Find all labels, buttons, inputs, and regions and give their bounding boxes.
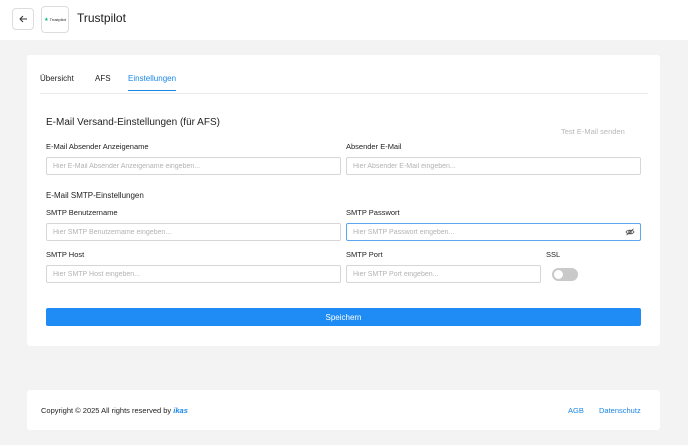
privacy-link[interactable]: Datenschutz xyxy=(599,406,641,415)
tab-overview[interactable]: Übersicht xyxy=(40,74,74,90)
page-title: Trustpilot xyxy=(77,11,126,25)
tab-bar: Übersicht AFS Einstellungen xyxy=(40,55,648,94)
logo-text: Trustpilot xyxy=(49,17,66,22)
settings-card: Übersicht AFS Einstellungen E-Mail Versa… xyxy=(27,55,660,346)
smtp-username-label: SMTP Benutzername xyxy=(46,208,118,217)
smtp-password-input[interactable] xyxy=(346,223,641,241)
smtp-username-input[interactable] xyxy=(46,223,341,241)
smtp-settings-title: E-Mail SMTP-Einstellungen xyxy=(46,191,144,200)
sender-name-input[interactable] xyxy=(46,157,341,175)
test-email-button[interactable]: Test E-Mail senden xyxy=(561,127,625,136)
copyright-text: Copyright © 2025 All rights reserved by … xyxy=(41,406,188,415)
smtp-host-input[interactable] xyxy=(46,265,341,283)
copyright-prefix: Copyright © 2025 All rights reserved by xyxy=(41,406,172,415)
star-icon: ★ xyxy=(44,16,49,23)
page-footer: Copyright © 2025 All rights reserved by … xyxy=(27,390,660,430)
sender-email-input[interactable] xyxy=(346,157,641,175)
smtp-port-label: SMTP Port xyxy=(346,250,383,259)
back-button[interactable] xyxy=(12,8,34,30)
sender-name-label: E-Mail Absender Anzeigename xyxy=(46,142,149,151)
app-header: ★ Trustpilot Trustpilot xyxy=(0,0,688,40)
tab-settings[interactable]: Einstellungen xyxy=(128,74,177,91)
sender-email-label: Absender E-Mail xyxy=(346,142,402,151)
eye-off-icon[interactable] xyxy=(625,228,635,236)
toggle-knob xyxy=(554,270,563,279)
agb-link[interactable]: AGB xyxy=(568,406,584,415)
smtp-port-input[interactable] xyxy=(346,265,541,283)
app-logo: ★ Trustpilot xyxy=(41,6,69,33)
ssl-toggle[interactable] xyxy=(552,268,578,281)
email-settings-title: E-Mail Versand-Einstellungen (für AFS) xyxy=(46,117,220,128)
save-button[interactable]: Speichern xyxy=(46,308,641,326)
smtp-password-label: SMTP Passwort xyxy=(346,208,400,217)
ssl-label: SSL xyxy=(546,250,561,259)
tab-afs[interactable]: AFS xyxy=(95,74,111,90)
smtp-host-label: SMTP Host xyxy=(46,250,85,259)
arrow-left-icon xyxy=(18,15,27,23)
ikas-link[interactable]: ikas xyxy=(173,406,188,415)
